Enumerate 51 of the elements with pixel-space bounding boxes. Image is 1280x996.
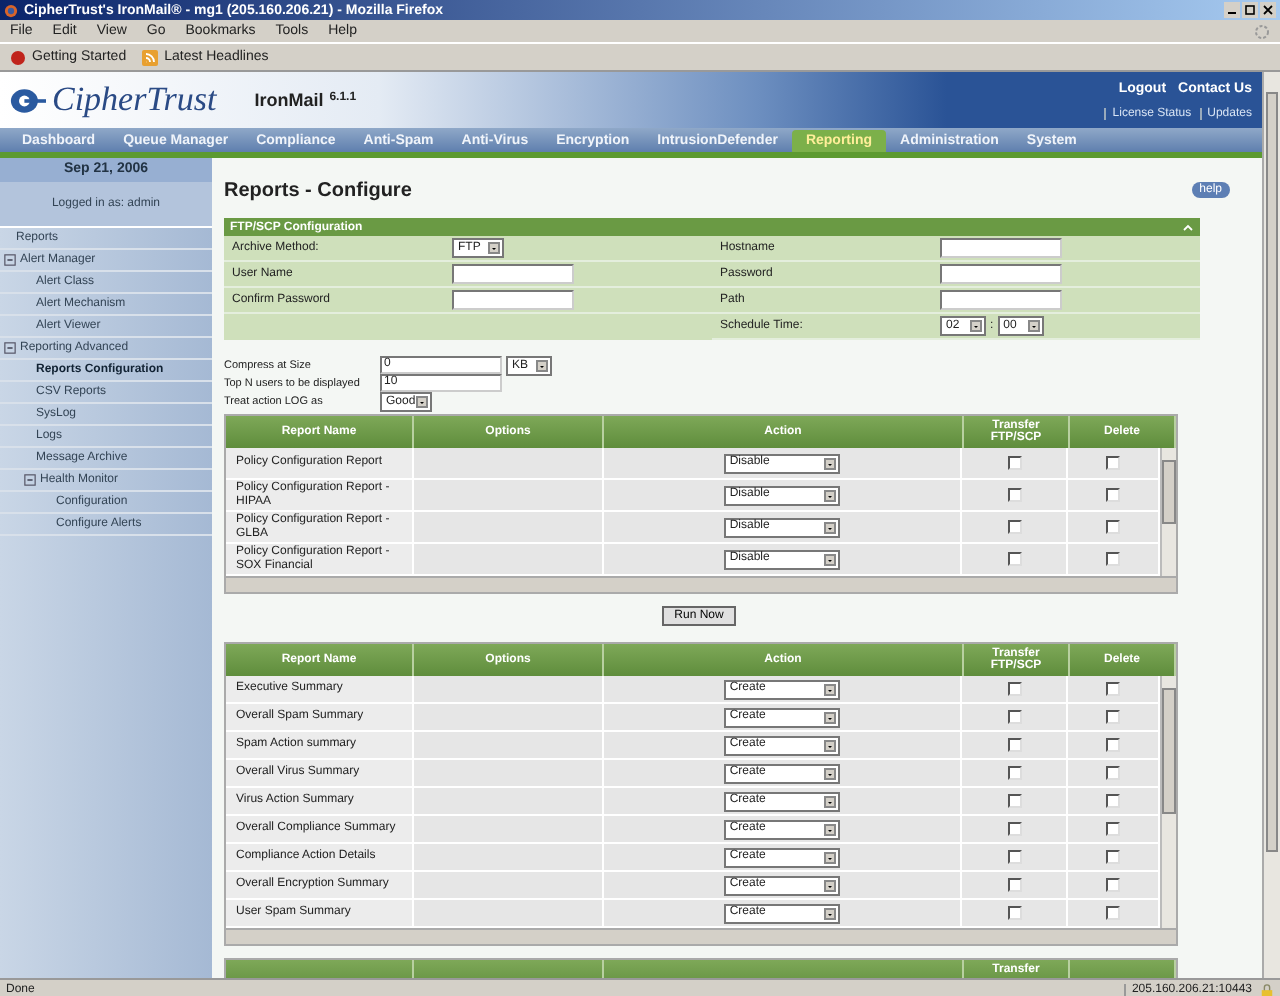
bookmark-icon bbox=[10, 49, 26, 65]
collapse-icon[interactable] bbox=[4, 254, 16, 266]
checkbox[interactable] bbox=[1007, 488, 1022, 502]
feed-icon bbox=[142, 49, 159, 65]
checkbox[interactable] bbox=[1007, 850, 1022, 864]
checkbox[interactable] bbox=[1105, 906, 1120, 920]
input-field[interactable] bbox=[940, 238, 1062, 258]
input-field[interactable] bbox=[940, 264, 1062, 284]
maximize-icon[interactable] bbox=[1242, 2, 1258, 18]
checkbox[interactable] bbox=[1105, 878, 1120, 892]
checkbox[interactable] bbox=[1105, 822, 1120, 836]
page-scrollbar[interactable] bbox=[1262, 72, 1280, 978]
input-field[interactable] bbox=[452, 264, 574, 284]
checkbox[interactable] bbox=[1007, 738, 1022, 752]
input-field[interactable] bbox=[940, 290, 1062, 310]
checkbox[interactable] bbox=[1105, 766, 1120, 780]
scrollbar[interactable] bbox=[226, 576, 1176, 592]
checkbox[interactable] bbox=[1007, 552, 1022, 566]
checkbox[interactable] bbox=[1105, 710, 1120, 724]
browser-icon bbox=[4, 3, 18, 17]
checkbox[interactable] bbox=[1105, 552, 1120, 566]
checkbox[interactable] bbox=[1007, 520, 1022, 534]
checkbox[interactable] bbox=[1007, 878, 1022, 892]
lock-icon bbox=[1260, 983, 1274, 996]
checkbox[interactable] bbox=[1007, 456, 1022, 470]
collapse-icon[interactable] bbox=[4, 342, 16, 354]
scrollbar[interactable] bbox=[1160, 448, 1176, 576]
throbber-icon bbox=[1254, 23, 1270, 39]
page-title: Reports - Configure bbox=[224, 179, 412, 201]
minimize-icon[interactable] bbox=[1224, 2, 1240, 18]
checkbox[interactable] bbox=[1007, 822, 1022, 836]
checkbox[interactable] bbox=[1105, 682, 1120, 696]
logo-icon bbox=[10, 87, 46, 113]
scrollbar[interactable] bbox=[1160, 676, 1176, 928]
checkbox[interactable] bbox=[1105, 488, 1120, 502]
checkbox[interactable] bbox=[1105, 850, 1120, 864]
checkbox[interactable] bbox=[1007, 906, 1022, 920]
collapse-icon[interactable] bbox=[24, 474, 36, 486]
checkbox[interactable] bbox=[1105, 794, 1120, 808]
checkbox[interactable] bbox=[1007, 794, 1022, 808]
checkbox[interactable] bbox=[1007, 766, 1022, 780]
product-name: IronMail bbox=[254, 90, 324, 110]
checkbox[interactable] bbox=[1105, 520, 1120, 534]
close-icon[interactable] bbox=[1260, 2, 1276, 18]
checkbox[interactable] bbox=[1105, 738, 1120, 752]
checkbox[interactable] bbox=[1007, 682, 1022, 696]
logo-text: CipherTrust bbox=[52, 80, 217, 120]
input-field[interactable] bbox=[452, 290, 574, 310]
checkbox[interactable] bbox=[1105, 456, 1120, 470]
scrollbar[interactable] bbox=[226, 928, 1176, 944]
checkbox[interactable] bbox=[1007, 710, 1022, 724]
